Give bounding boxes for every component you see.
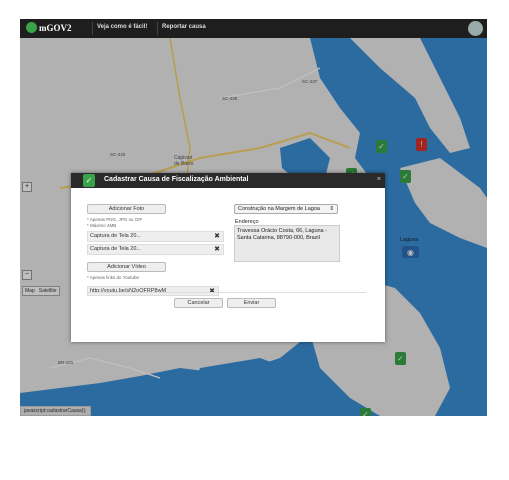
category-select-value: Construção na Margem de Lagoa	[238, 206, 320, 212]
uploaded-file-item: Captura de Tela 20... ✖	[87, 244, 224, 255]
modal-title: Cadastrar Causa de Fiscalização Ambienta…	[104, 176, 249, 183]
video-format-hint: * Apenas links do Youtube	[87, 275, 140, 280]
delete-icon[interactable]: ✖	[214, 245, 220, 254]
submit-button[interactable]: Enviar	[227, 298, 276, 308]
address-textarea[interactable]: Travessa Orácio Costa, 66, Laguna - Sant…	[234, 225, 340, 262]
file-name: Captura de Tela 20...	[90, 246, 141, 252]
add-video-button[interactable]: Adicionar Vídeo	[87, 262, 166, 272]
check-clipboard-icon: ✓	[83, 174, 95, 187]
nav-item-how-it-works[interactable]: Veja como é fácil!	[97, 24, 147, 30]
video-link-text: http://youtu.be/sN2oQFRP8wM	[90, 288, 167, 294]
register-cause-modal: ✓ Cadastrar Causa de Fiscalização Ambien…	[71, 173, 385, 342]
nav-divider	[92, 22, 93, 35]
photo-size-hint: * Máximo 4MB	[87, 223, 117, 228]
category-select[interactable]: Construção na Margem de Lagoa ⇕	[234, 204, 338, 214]
delete-icon[interactable]: ✖	[214, 232, 220, 241]
logo-text: mGOV2	[39, 23, 72, 33]
top-navbar: mGOV2 Veja como é fácil! Reportar causa	[20, 19, 487, 38]
cancel-button[interactable]: Cancelar	[174, 298, 223, 308]
close-icon[interactable]: ×	[377, 176, 381, 183]
video-link-item: http://youtu.be/sN2oQFRP8wM ✖	[87, 286, 219, 296]
uploaded-file-item: Captura de Tela 20... ✖	[87, 231, 224, 242]
add-photo-button[interactable]: Adicionar Foto	[87, 204, 166, 214]
photo-format-hint: * Apenas PNG, JPG ou GIF	[87, 217, 143, 222]
modal-header: ✓ Cadastrar Causa de Fiscalização Ambien…	[71, 173, 385, 188]
select-arrows-icon: ⇕	[329, 206, 334, 212]
nav-divider	[157, 22, 158, 35]
file-name: Captura de Tela 20...	[90, 233, 141, 239]
logo-icon	[26, 22, 37, 33]
app-logo[interactable]: mGOV2	[26, 22, 72, 33]
nav-item-report-cause[interactable]: Reportar causa	[162, 24, 206, 30]
user-avatar-icon[interactable]	[468, 21, 483, 36]
form-divider	[87, 292, 366, 293]
